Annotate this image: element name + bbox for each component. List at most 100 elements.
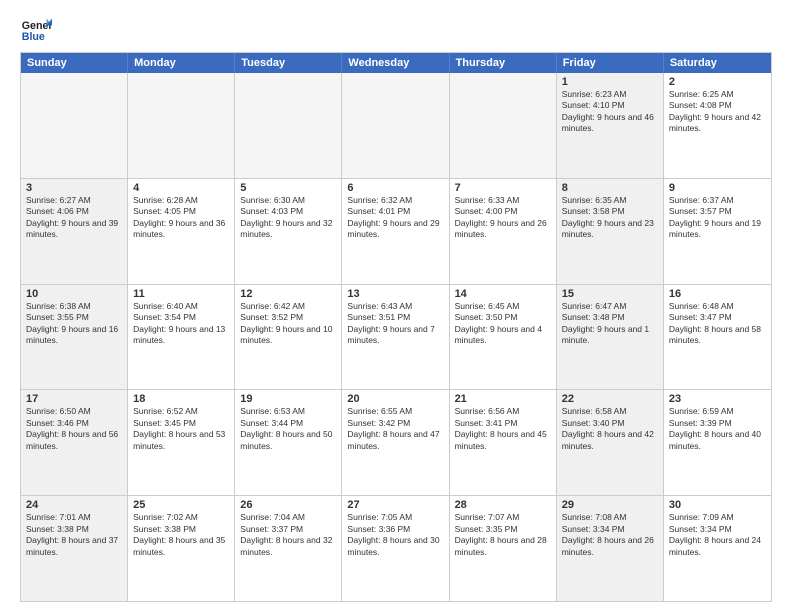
day-number: 15 — [562, 288, 658, 300]
day-info: Sunrise: 7:07 AMSunset: 3:35 PMDaylight:… — [455, 512, 551, 558]
day-number: 6 — [347, 182, 443, 194]
calendar-cell-2: 2Sunrise: 6:25 AMSunset: 4:08 PMDaylight… — [664, 73, 771, 178]
calendar-cell-29: 29Sunrise: 7:08 AMSunset: 3:34 PMDayligh… — [557, 496, 664, 601]
calendar-row-4: 24Sunrise: 7:01 AMSunset: 3:38 PMDayligh… — [21, 495, 771, 601]
day-number: 8 — [562, 182, 658, 194]
day-info: Sunrise: 6:48 AMSunset: 3:47 PMDaylight:… — [669, 301, 766, 347]
day-info: Sunrise: 6:52 AMSunset: 3:45 PMDaylight:… — [133, 406, 229, 452]
calendar-cell-17: 17Sunrise: 6:50 AMSunset: 3:46 PMDayligh… — [21, 390, 128, 495]
calendar-cell-4: 4Sunrise: 6:28 AMSunset: 4:05 PMDaylight… — [128, 179, 235, 284]
day-info: Sunrise: 7:01 AMSunset: 3:38 PMDaylight:… — [26, 512, 122, 558]
calendar-cell-15: 15Sunrise: 6:47 AMSunset: 3:48 PMDayligh… — [557, 285, 664, 390]
calendar-cell-22: 22Sunrise: 6:58 AMSunset: 3:40 PMDayligh… — [557, 390, 664, 495]
calendar-cell-empty-0-0 — [21, 73, 128, 178]
day-number: 14 — [455, 288, 551, 300]
day-number: 30 — [669, 499, 766, 511]
calendar-cell-25: 25Sunrise: 7:02 AMSunset: 3:38 PMDayligh… — [128, 496, 235, 601]
header-day-wednesday: Wednesday — [342, 53, 449, 73]
calendar-cell-empty-0-1 — [128, 73, 235, 178]
day-info: Sunrise: 6:37 AMSunset: 3:57 PMDaylight:… — [669, 195, 766, 241]
day-number: 18 — [133, 393, 229, 405]
day-number: 26 — [240, 499, 336, 511]
calendar-cell-16: 16Sunrise: 6:48 AMSunset: 3:47 PMDayligh… — [664, 285, 771, 390]
day-info: Sunrise: 6:25 AMSunset: 4:08 PMDaylight:… — [669, 89, 766, 135]
day-number: 27 — [347, 499, 443, 511]
calendar-row-1: 3Sunrise: 6:27 AMSunset: 4:06 PMDaylight… — [21, 178, 771, 284]
calendar-cell-12: 12Sunrise: 6:42 AMSunset: 3:52 PMDayligh… — [235, 285, 342, 390]
calendar-row-2: 10Sunrise: 6:38 AMSunset: 3:55 PMDayligh… — [21, 284, 771, 390]
calendar-header: SundayMondayTuesdayWednesdayThursdayFrid… — [21, 53, 771, 73]
day-info: Sunrise: 6:32 AMSunset: 4:01 PMDaylight:… — [347, 195, 443, 241]
day-info: Sunrise: 6:23 AMSunset: 4:10 PMDaylight:… — [562, 89, 658, 135]
day-info: Sunrise: 6:30 AMSunset: 4:03 PMDaylight:… — [240, 195, 336, 241]
page: General Blue SundayMondayTuesdayWednesda… — [0, 0, 792, 612]
day-info: Sunrise: 6:56 AMSunset: 3:41 PMDaylight:… — [455, 406, 551, 452]
day-info: Sunrise: 6:43 AMSunset: 3:51 PMDaylight:… — [347, 301, 443, 347]
day-number: 29 — [562, 499, 658, 511]
calendar-cell-7: 7Sunrise: 6:33 AMSunset: 4:00 PMDaylight… — [450, 179, 557, 284]
header-day-saturday: Saturday — [664, 53, 771, 73]
day-number: 17 — [26, 393, 122, 405]
header-day-friday: Friday — [557, 53, 664, 73]
calendar-row-3: 17Sunrise: 6:50 AMSunset: 3:46 PMDayligh… — [21, 389, 771, 495]
calendar-cell-5: 5Sunrise: 6:30 AMSunset: 4:03 PMDaylight… — [235, 179, 342, 284]
day-number: 12 — [240, 288, 336, 300]
day-number: 16 — [669, 288, 766, 300]
day-number: 25 — [133, 499, 229, 511]
day-info: Sunrise: 6:35 AMSunset: 3:58 PMDaylight:… — [562, 195, 658, 241]
day-number: 13 — [347, 288, 443, 300]
calendar-cell-19: 19Sunrise: 6:53 AMSunset: 3:44 PMDayligh… — [235, 390, 342, 495]
day-info: Sunrise: 7:08 AMSunset: 3:34 PMDaylight:… — [562, 512, 658, 558]
day-info: Sunrise: 7:02 AMSunset: 3:38 PMDaylight:… — [133, 512, 229, 558]
calendar-cell-11: 11Sunrise: 6:40 AMSunset: 3:54 PMDayligh… — [128, 285, 235, 390]
calendar-body: 1Sunrise: 6:23 AMSunset: 4:10 PMDaylight… — [21, 73, 771, 601]
header-day-sunday: Sunday — [21, 53, 128, 73]
day-number: 24 — [26, 499, 122, 511]
day-info: Sunrise: 6:33 AMSunset: 4:00 PMDaylight:… — [455, 195, 551, 241]
calendar-cell-18: 18Sunrise: 6:52 AMSunset: 3:45 PMDayligh… — [128, 390, 235, 495]
generalblue-logo-icon: General Blue — [20, 16, 52, 44]
calendar-cell-empty-0-4 — [450, 73, 557, 178]
calendar-cell-6: 6Sunrise: 6:32 AMSunset: 4:01 PMDaylight… — [342, 179, 449, 284]
day-info: Sunrise: 6:42 AMSunset: 3:52 PMDaylight:… — [240, 301, 336, 347]
calendar-cell-3: 3Sunrise: 6:27 AMSunset: 4:06 PMDaylight… — [21, 179, 128, 284]
day-number: 22 — [562, 393, 658, 405]
day-number: 5 — [240, 182, 336, 194]
svg-text:Blue: Blue — [22, 31, 45, 43]
calendar-cell-27: 27Sunrise: 7:05 AMSunset: 3:36 PMDayligh… — [342, 496, 449, 601]
calendar-cell-empty-0-2 — [235, 73, 342, 178]
day-number: 20 — [347, 393, 443, 405]
calendar-cell-8: 8Sunrise: 6:35 AMSunset: 3:58 PMDaylight… — [557, 179, 664, 284]
calendar-row-0: 1Sunrise: 6:23 AMSunset: 4:10 PMDaylight… — [21, 73, 771, 178]
day-info: Sunrise: 6:38 AMSunset: 3:55 PMDaylight:… — [26, 301, 122, 347]
day-number: 28 — [455, 499, 551, 511]
day-info: Sunrise: 6:27 AMSunset: 4:06 PMDaylight:… — [26, 195, 122, 241]
day-number: 9 — [669, 182, 766, 194]
day-info: Sunrise: 7:04 AMSunset: 3:37 PMDaylight:… — [240, 512, 336, 558]
day-info: Sunrise: 7:05 AMSunset: 3:36 PMDaylight:… — [347, 512, 443, 558]
day-number: 4 — [133, 182, 229, 194]
calendar-cell-13: 13Sunrise: 6:43 AMSunset: 3:51 PMDayligh… — [342, 285, 449, 390]
day-number: 10 — [26, 288, 122, 300]
header-day-monday: Monday — [128, 53, 235, 73]
day-number: 3 — [26, 182, 122, 194]
calendar-cell-23: 23Sunrise: 6:59 AMSunset: 3:39 PMDayligh… — [664, 390, 771, 495]
day-info: Sunrise: 6:47 AMSunset: 3:48 PMDaylight:… — [562, 301, 658, 347]
header-day-thursday: Thursday — [450, 53, 557, 73]
day-info: Sunrise: 6:58 AMSunset: 3:40 PMDaylight:… — [562, 406, 658, 452]
day-info: Sunrise: 6:59 AMSunset: 3:39 PMDaylight:… — [669, 406, 766, 452]
day-number: 11 — [133, 288, 229, 300]
day-info: Sunrise: 6:28 AMSunset: 4:05 PMDaylight:… — [133, 195, 229, 241]
calendar-cell-empty-0-3 — [342, 73, 449, 178]
logo: General Blue — [20, 16, 52, 44]
day-number: 1 — [562, 76, 658, 88]
calendar-cell-26: 26Sunrise: 7:04 AMSunset: 3:37 PMDayligh… — [235, 496, 342, 601]
day-number: 21 — [455, 393, 551, 405]
day-number: 19 — [240, 393, 336, 405]
calendar-cell-10: 10Sunrise: 6:38 AMSunset: 3:55 PMDayligh… — [21, 285, 128, 390]
calendar-cell-24: 24Sunrise: 7:01 AMSunset: 3:38 PMDayligh… — [21, 496, 128, 601]
day-info: Sunrise: 6:53 AMSunset: 3:44 PMDaylight:… — [240, 406, 336, 452]
header-day-tuesday: Tuesday — [235, 53, 342, 73]
day-info: Sunrise: 6:45 AMSunset: 3:50 PMDaylight:… — [455, 301, 551, 347]
day-number: 7 — [455, 182, 551, 194]
